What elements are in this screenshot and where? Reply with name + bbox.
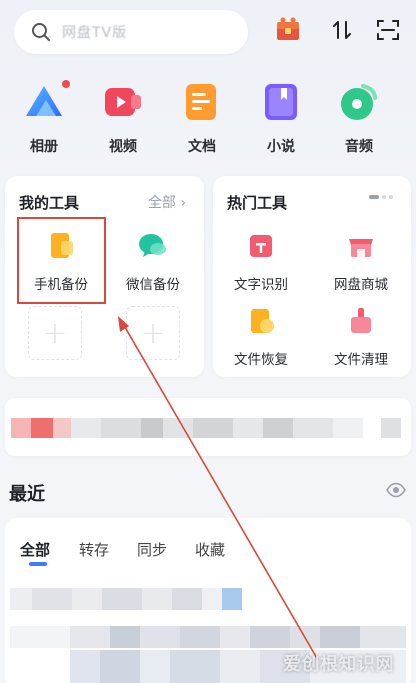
watermark-text: 爱创根知识网: [283, 654, 394, 675]
annotation-arrow: [118, 316, 319, 661]
